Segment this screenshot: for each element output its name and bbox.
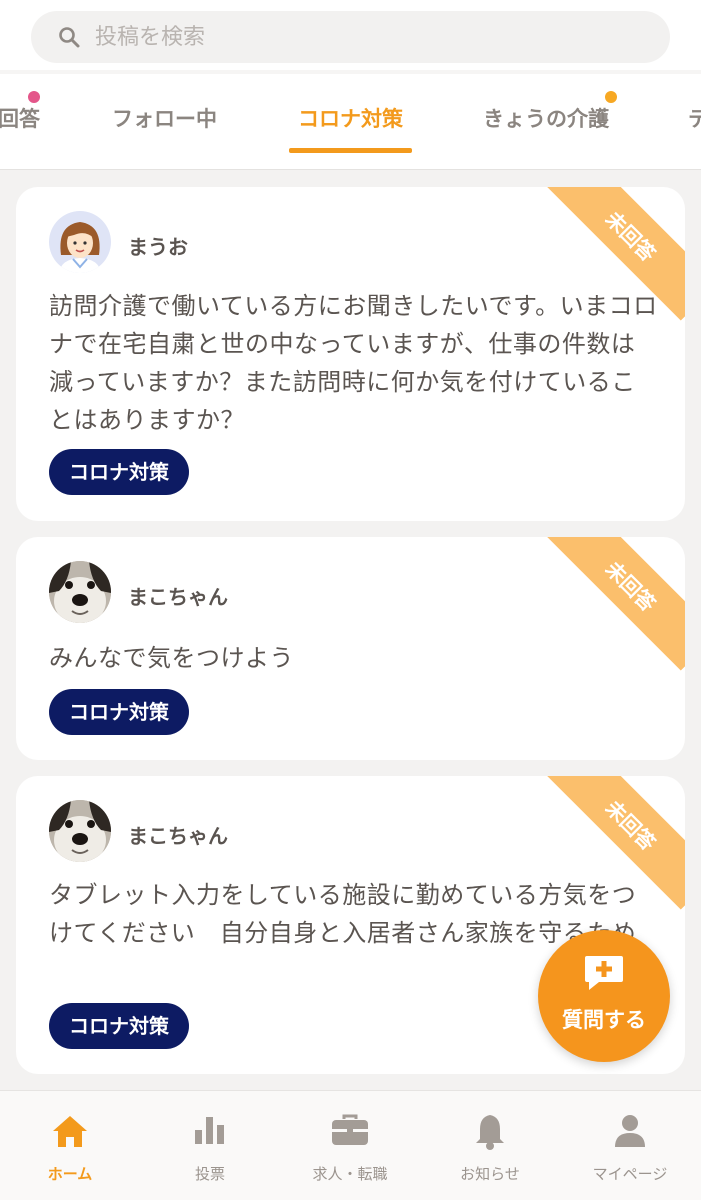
tag-chip[interactable]: コロナ対策 xyxy=(49,1003,189,1049)
nav-home-label: ホーム xyxy=(47,1165,93,1183)
bottom-nav: ホーム 投票 求人・転職 お知らせ マイページ xyxy=(0,1090,701,1200)
fab-label: 質問する xyxy=(562,1008,646,1032)
tab-corona[interactable]: コロナ対策 xyxy=(298,104,403,134)
header-divider xyxy=(0,70,701,74)
tag-chip[interactable]: コロナ対策 xyxy=(49,689,189,735)
active-tab-indicator xyxy=(289,148,412,153)
avatar[interactable] xyxy=(49,561,111,623)
post-text: 訪問介護で働いている方にお聞きしたいです。いまコロナで在宅自粛と世の中なっていま… xyxy=(49,292,658,434)
nav-jobs-label: 求人・転職 xyxy=(312,1165,388,1183)
search-bar[interactable] xyxy=(31,11,670,63)
nav-notifications-label: お知らせ xyxy=(460,1165,520,1183)
nav-jobs[interactable]: 求人・転職 xyxy=(280,1091,420,1200)
post-card[interactable]: 未回答 まうお 訪問介護で働いている方にお聞きしたいです。いまコロナで在宅自粛と… xyxy=(16,187,685,521)
post-card[interactable]: 未回答 まこちゃん みんなで気をつけよう コロナ対策 xyxy=(16,537,685,760)
search-input[interactable] xyxy=(95,24,595,50)
tab-next[interactable]: テ xyxy=(688,104,701,134)
person-icon xyxy=(615,1115,645,1147)
avatar[interactable] xyxy=(49,211,111,273)
tab-following[interactable]: フォロー中 xyxy=(112,104,217,134)
dog-avatar-icon xyxy=(49,561,111,623)
username[interactable]: まこちゃん xyxy=(128,581,228,610)
notification-dot xyxy=(28,91,40,103)
ask-question-button[interactable]: 質問する xyxy=(538,930,670,1062)
notification-dot xyxy=(605,91,617,103)
chat-plus-icon xyxy=(585,956,623,990)
briefcase-icon xyxy=(332,1114,368,1145)
nav-vote[interactable]: 投票 xyxy=(140,1091,280,1200)
nav-mypage-label: マイページ xyxy=(592,1165,668,1183)
nav-mypage[interactable]: マイページ xyxy=(560,1091,700,1200)
woman-avatar-icon xyxy=(59,222,101,273)
dog-avatar-icon xyxy=(49,800,111,862)
home-icon xyxy=(53,1116,87,1147)
username[interactable]: まうお xyxy=(128,231,188,260)
post-text: みんなで気をつけよう xyxy=(49,644,294,672)
tab-todays-care[interactable]: きょうの介護 xyxy=(483,104,609,134)
tab-answers[interactable]: 回答 xyxy=(0,104,40,134)
nav-home[interactable]: ホーム xyxy=(0,1091,140,1200)
nav-notifications[interactable]: お知らせ xyxy=(420,1091,560,1200)
tag-chip[interactable]: コロナ対策 xyxy=(49,449,189,495)
bar-chart-icon xyxy=(195,1117,224,1144)
avatar[interactable] xyxy=(49,800,111,862)
nav-vote-label: 投票 xyxy=(194,1165,225,1183)
username[interactable]: まこちゃん xyxy=(128,820,228,849)
bell-icon xyxy=(476,1115,504,1150)
search-icon xyxy=(59,27,80,48)
header: 回答 フォロー中 コロナ対策 きょうの介護 テ xyxy=(0,0,701,170)
